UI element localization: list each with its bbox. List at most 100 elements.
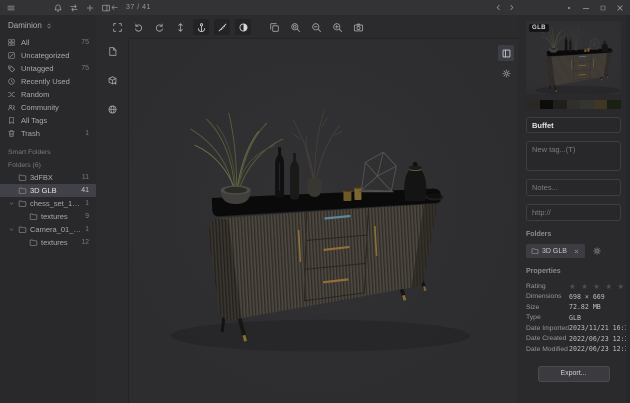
nav-item-count: 75 (81, 39, 89, 46)
sidebar-folder-item[interactable]: Camera_01_4k.blend 1 (0, 223, 96, 236)
toolbar-tool-button[interactable] (172, 19, 188, 35)
sidebar-nav-item[interactable]: Recently Used (0, 75, 96, 88)
toolbar-tool-button[interactable] (287, 19, 303, 35)
palette-swatch[interactable] (540, 100, 554, 109)
toolbar-tool-button[interactable] (193, 19, 209, 35)
toolbar-tool-button[interactable] (130, 19, 146, 35)
palette-swatch[interactable] (607, 100, 621, 109)
toolbar-tool-button[interactable] (308, 19, 324, 35)
3d-viewport[interactable] (128, 38, 518, 403)
smart-folders-section-label[interactable]: Smart Folders (0, 140, 96, 158)
property-label: Date Modified (526, 346, 569, 353)
nav-item-label: Trash (21, 129, 80, 138)
folder-icon (18, 225, 27, 234)
property-label: Dimensions (526, 293, 569, 300)
nav-item-icon (7, 129, 16, 138)
new-tag-input[interactable] (526, 141, 621, 171)
sidebar-folder-item[interactable]: textures 9 (0, 210, 96, 223)
sidebar-folder-item[interactable]: 3dFBX 11 (0, 171, 96, 184)
export-button[interactable]: Export... (538, 366, 610, 382)
maximize-button[interactable] (594, 0, 611, 15)
chevron-updown-icon (45, 22, 53, 30)
property-label: Date Created (526, 335, 569, 342)
add-button[interactable] (82, 0, 98, 15)
notes-input[interactable] (526, 179, 621, 196)
nav-item-count: 75 (81, 65, 89, 72)
sidebar-folder-item[interactable]: chess_set_1k.fbx 1 (0, 197, 96, 210)
expand-caret-icon[interactable] (8, 200, 15, 207)
panel-toggle-icon[interactable] (498, 45, 514, 61)
palette-swatch[interactable] (580, 100, 594, 109)
asset-title-input[interactable] (526, 117, 621, 133)
folder-count: 1 (85, 200, 89, 207)
folder-icon (29, 212, 38, 221)
palette-swatch[interactable] (553, 100, 567, 109)
notifications-bell-icon[interactable] (50, 0, 66, 15)
viewport-settings-gear-icon[interactable] (498, 65, 514, 81)
sidebar-folder-item[interactable]: textures 12 (0, 236, 96, 249)
window-menu-dot-icon[interactable] (560, 0, 577, 15)
back-arrow-icon[interactable] (108, 0, 121, 15)
inspector-panel: GLB Folders 3D GLB Properties Rating ★ ★… (518, 15, 630, 403)
side-tool-icon (107, 104, 118, 115)
folders-section-label[interactable]: Folders (6) (0, 158, 96, 171)
minimize-button[interactable] (577, 0, 594, 15)
toolbar-tool-button[interactable] (350, 19, 366, 35)
toolbar-tool-button[interactable] (151, 19, 167, 35)
nav-item-icon (7, 90, 16, 99)
inspector-scrollbar[interactable] (626, 15, 630, 403)
prev-asset-button[interactable] (492, 0, 505, 15)
sidebar: Daminion All 75 Uncategorized Untagged 7… (0, 15, 96, 403)
nav-item-count: 1 (85, 130, 89, 137)
sidebar-nav-item[interactable]: Random (0, 88, 96, 101)
folder-name: textures (41, 212, 82, 221)
nav-item-icon (7, 77, 16, 86)
folder-count: 11 (82, 174, 89, 181)
nav-item-label: All (21, 38, 76, 47)
folder-name: chess_set_1k.fbx (30, 199, 82, 208)
side-tool-icon (107, 75, 118, 86)
side-tool-button[interactable] (103, 71, 121, 89)
sidebar-nav-item[interactable]: Community (0, 101, 96, 114)
side-tool-button[interactable] (103, 100, 121, 118)
folder-icon (18, 199, 27, 208)
folder-settings-gear-icon[interactable] (592, 246, 602, 256)
sidebar-nav-item[interactable]: Untagged 75 (0, 62, 96, 75)
folder-chip[interactable]: 3D GLB (526, 244, 585, 258)
property-row: Dimensions 698 × 669 (526, 292, 621, 303)
sidebar-nav-item[interactable]: Trash 1 (0, 127, 96, 140)
3d-model-buffet[interactable] (129, 39, 518, 403)
sidebar-nav-item[interactable]: Uncategorized (0, 49, 96, 62)
palette-swatch[interactable] (526, 100, 540, 109)
url-input[interactable] (526, 204, 621, 221)
toolbar-tool-button[interactable] (235, 19, 251, 35)
library-selector[interactable]: Daminion (0, 15, 96, 36)
palette-swatch[interactable] (567, 100, 581, 109)
folder-name: 3D GLB (30, 186, 78, 195)
asset-thumbnail[interactable]: GLB (526, 21, 621, 94)
sync-icon[interactable] (66, 0, 82, 15)
asset-counter: 37 / 41 (126, 4, 151, 11)
remove-folder-icon[interactable] (573, 248, 580, 255)
sidebar-folder-item[interactable]: 3D GLB 41 (0, 184, 96, 197)
folder-icon (29, 238, 38, 247)
palette-swatch[interactable] (594, 100, 608, 109)
next-asset-button[interactable] (505, 0, 518, 15)
close-button[interactable] (611, 0, 628, 15)
nav-item-icon (7, 116, 16, 125)
folder-count: 1 (85, 226, 89, 233)
main-menu-button[interactable] (3, 0, 19, 15)
nav-item-icon (7, 103, 16, 112)
toolbar-tool-button[interactable] (214, 19, 230, 35)
toolbar-tool-button[interactable] (329, 19, 345, 35)
sidebar-nav-item[interactable]: All Tags (0, 114, 96, 127)
toolbar-tool-button[interactable] (266, 19, 282, 35)
toolbar-tool-icon (112, 22, 123, 33)
nav-item-icon (7, 38, 16, 47)
property-value: 2022/06/23 12:31 (569, 345, 630, 353)
sidebar-nav-item[interactable]: All 75 (0, 36, 96, 49)
expand-caret-icon[interactable] (8, 226, 15, 233)
side-tool-button[interactable] (103, 42, 121, 60)
folders-label: Folders (526, 231, 621, 238)
toolbar-tool-button[interactable] (109, 19, 125, 35)
